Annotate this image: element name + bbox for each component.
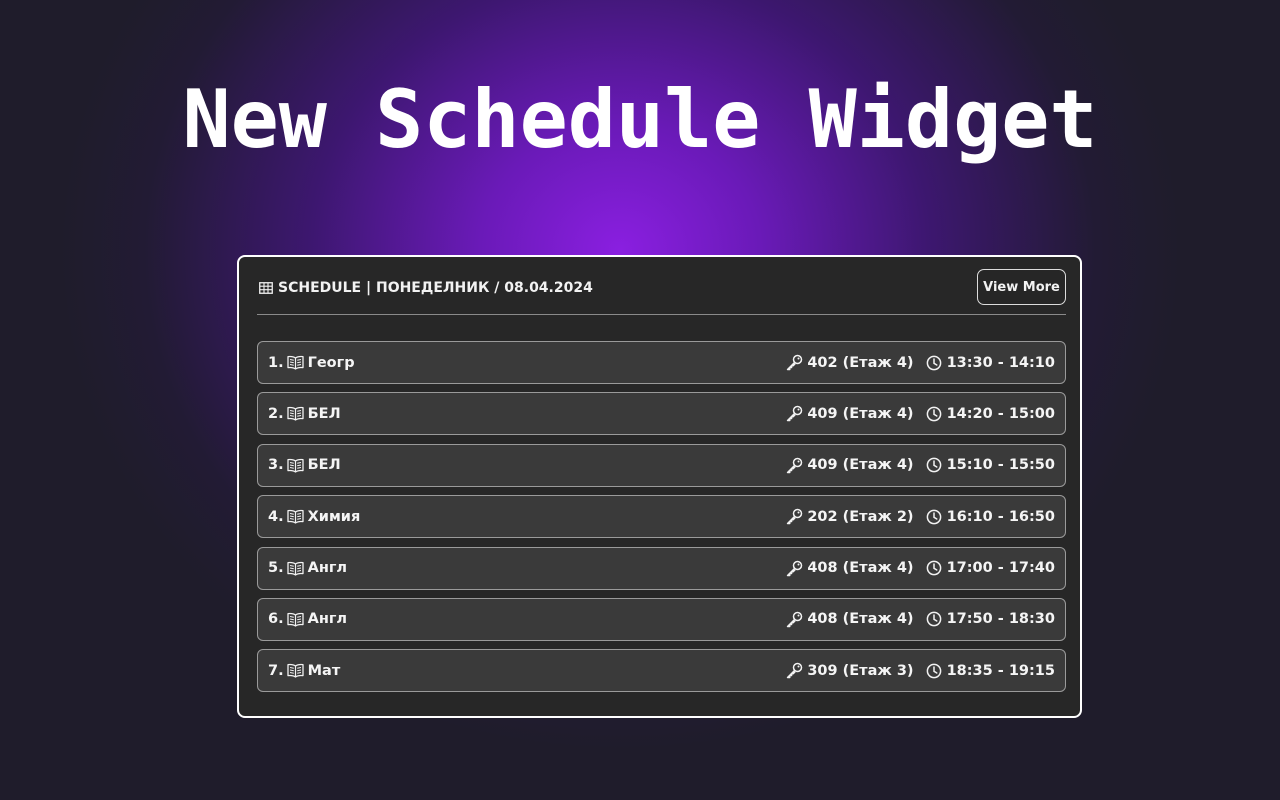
clock-icon (926, 611, 943, 628)
lesson-meta: 409 (Етаж 4) 15:10 - 15:50 (786, 457, 1055, 474)
lesson-time: 18:35 - 19:15 (946, 662, 1055, 679)
lesson-time: 16:10 - 16:50 (946, 508, 1055, 525)
key-icon (786, 405, 803, 422)
lesson-number: 1. (268, 354, 284, 371)
lesson-row[interactable]: 4. Химия 202 (Етаж 2) 16:10 - 16:50 (257, 495, 1066, 539)
lesson-subject: Геогр (307, 354, 355, 371)
lesson-time: 17:00 - 17:40 (946, 560, 1055, 577)
lesson-subject: БЕЛ (307, 457, 341, 474)
lesson-row[interactable]: 7. Мат 309 (Етаж 3) 18:35 - 19:15 (257, 649, 1066, 693)
lesson-row[interactable]: 5. Англ 408 (Етаж 4) 17:00 - 17:40 (257, 546, 1066, 590)
widget-title-text: SCHEDULE | ПОНЕДЕЛНИК / 08.04.2024 (278, 279, 593, 296)
schedule-widget: SCHEDULE | ПОНЕДЕЛНИК / 08.04.2024 View … (237, 255, 1082, 718)
widget-header: SCHEDULE | ПОНЕДЕЛНИК / 08.04.2024 View … (257, 269, 1066, 315)
view-more-button[interactable]: View More (977, 269, 1066, 305)
key-icon (786, 457, 803, 474)
lesson-row[interactable]: 1. Геогр 402 (Етаж 4) 13:30 - 14:10 (257, 341, 1066, 384)
key-icon (786, 508, 803, 525)
key-icon (786, 662, 803, 679)
lesson-row[interactable]: 6. Англ 408 (Етаж 4) 17:50 - 18:30 (257, 597, 1066, 641)
lesson-room: 402 (Етаж 4) (807, 354, 914, 371)
lesson-time-group: 17:50 - 18:30 (926, 611, 1055, 628)
lesson-time: 13:30 - 14:10 (946, 354, 1055, 371)
lesson-room-group: 402 (Етаж 4) (786, 354, 914, 371)
lesson-number: 6. (268, 611, 284, 628)
lesson-meta: 408 (Етаж 4) 17:00 - 17:40 (786, 560, 1055, 577)
book-icon (286, 457, 304, 474)
lesson-subject: Англ (307, 560, 348, 577)
lesson-time: 14:20 - 15:00 (946, 405, 1055, 422)
book-icon (286, 508, 304, 525)
lesson-room: 309 (Етаж 3) (807, 662, 914, 679)
lesson-time-group: 18:35 - 19:15 (926, 662, 1055, 679)
clock-icon (926, 662, 943, 679)
book-icon (286, 611, 304, 628)
book-icon (286, 662, 304, 679)
lesson-number: 7. (268, 662, 284, 679)
lesson-time-group: 13:30 - 14:10 (926, 354, 1055, 371)
book-icon (286, 405, 304, 422)
key-icon (786, 560, 803, 577)
lesson-number: 5. (268, 560, 284, 577)
lesson-subject-group: 1. Геогр (268, 354, 355, 371)
lesson-room-group: 409 (Етаж 4) (786, 405, 914, 422)
lesson-meta: 202 (Етаж 2) 16:10 - 16:50 (786, 508, 1055, 525)
lesson-meta: 402 (Етаж 4) 13:30 - 14:10 (786, 354, 1055, 371)
lesson-room-group: 408 (Етаж 4) (786, 560, 914, 577)
lesson-subject: Химия (307, 508, 361, 525)
key-icon (786, 611, 803, 628)
lesson-time-group: 15:10 - 15:50 (926, 457, 1055, 474)
lesson-subject-group: 4. Химия (268, 508, 360, 525)
lesson-row[interactable]: 3. БЕЛ 409 (Етаж 4) 15:10 - 15:50 (257, 443, 1066, 487)
lesson-time-group: 17:00 - 17:40 (926, 560, 1055, 577)
lesson-meta: 408 (Етаж 4) 17:50 - 18:30 (786, 611, 1055, 628)
lesson-row[interactable]: 2. БЕЛ 409 (Етаж 4) 14:20 - 15:00 (257, 392, 1066, 436)
book-icon (286, 354, 304, 371)
lesson-room: 408 (Етаж 4) (807, 560, 914, 577)
lesson-room-group: 409 (Етаж 4) (786, 457, 914, 474)
lesson-time: 17:50 - 18:30 (946, 611, 1055, 628)
lesson-subject: Англ (307, 611, 348, 628)
lesson-room-group: 202 (Етаж 2) (786, 508, 914, 525)
lesson-room: 408 (Етаж 4) (807, 611, 914, 628)
key-icon (786, 354, 803, 371)
lesson-subject: БЕЛ (307, 405, 341, 422)
lesson-room-group: 408 (Етаж 4) (786, 611, 914, 628)
lesson-number: 2. (268, 405, 284, 422)
clock-icon (926, 508, 943, 525)
clock-icon (926, 354, 943, 371)
clock-icon (926, 457, 943, 474)
lesson-meta: 309 (Етаж 3) 18:35 - 19:15 (786, 662, 1055, 679)
lesson-number: 3. (268, 457, 284, 474)
book-icon (286, 560, 304, 577)
lesson-subject-group: 3. БЕЛ (268, 457, 341, 474)
lesson-subject-group: 2. БЕЛ (268, 405, 341, 422)
page-title: New Schedule Widget (182, 73, 1098, 166)
widget-title: SCHEDULE | ПОНЕДЕЛНИК / 08.04.2024 (257, 279, 593, 296)
lesson-time-group: 16:10 - 16:50 (926, 508, 1055, 525)
lesson-subject: Мат (307, 662, 341, 679)
clock-icon (926, 560, 943, 577)
lesson-list: 1. Геогр 402 (Етаж 4) 13:30 - 14:10 2. Б… (257, 341, 1066, 701)
table-icon (257, 279, 274, 296)
lesson-room: 409 (Етаж 4) (807, 405, 914, 422)
lesson-time: 15:10 - 15:50 (946, 457, 1055, 474)
lesson-number: 4. (268, 508, 284, 525)
lesson-subject-group: 5. Англ (268, 560, 347, 577)
lesson-room-group: 309 (Етаж 3) (786, 662, 914, 679)
lesson-time-group: 14:20 - 15:00 (926, 405, 1055, 422)
lesson-subject-group: 6. Англ (268, 611, 347, 628)
lesson-subject-group: 7. Мат (268, 662, 340, 679)
lesson-room: 202 (Етаж 2) (807, 508, 914, 525)
lesson-room: 409 (Етаж 4) (807, 457, 914, 474)
lesson-meta: 409 (Етаж 4) 14:20 - 15:00 (786, 405, 1055, 422)
clock-icon (926, 405, 943, 422)
